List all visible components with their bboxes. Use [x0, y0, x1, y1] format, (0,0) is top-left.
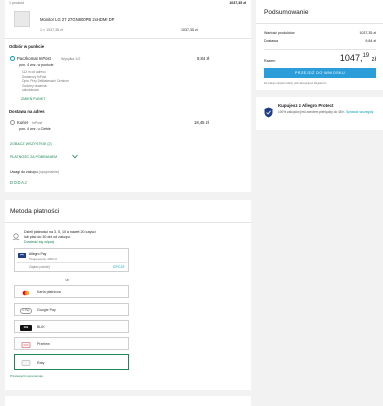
- pay-later-text: lub płać do 30 dni od zakupu.: [24, 235, 71, 239]
- courier-option-name[interactable]: Kurier: [17, 120, 28, 125]
- method-label-installments: Raty: [37, 360, 45, 365]
- installment-text: Dzieli płatności na 3, 5, 10 a nawet 20 …: [24, 230, 96, 234]
- shield-icon: [264, 107, 273, 118]
- courier-option-badge: InPost: [32, 121, 43, 125]
- change-point-link[interactable]: ZMIEŃ PUNKT: [21, 97, 45, 101]
- allegro-pay-name: Allegro Pay: [29, 252, 47, 256]
- notes-label: Uwagi do zakupu (opcjonalnie): [10, 170, 60, 174]
- product-title[interactable]: Monitor LG 27 27GN800PB 2xHDMI DP: [40, 17, 114, 22]
- przelewy24-link[interactable]: Przelewy24 reprezentuje: [10, 374, 43, 378]
- protect-text: 100% zakupów jest zwrotem pieniędzy do 4…: [278, 110, 374, 114]
- learn-more-link[interactable]: Dowiedz się więcej: [24, 240, 54, 244]
- chevron-down-icon[interactable]: [72, 154, 78, 159]
- payment-card: Metoda płatności Dzieli płatności na 3, …: [5, 200, 251, 390]
- payment-method-installments[interactable]: Raty: [14, 354, 129, 370]
- hand-coins-icon: [12, 233, 20, 241]
- card-logo-icon: [20, 290, 32, 296]
- product-qty-price: 1 × 1037,35 zł: [40, 28, 63, 32]
- courier-option-price: 18,45 zł: [194, 120, 209, 125]
- pickup-option-price: 9,84 zł: [197, 56, 210, 61]
- payment-method-google-pay[interactable]: G Pay Google Pay: [14, 303, 129, 316]
- product-count-total: 1037,35 zł: [229, 1, 246, 5]
- pickup-option-badge: Wysyłka 1/2: [61, 57, 81, 61]
- allegro-pay-option[interactable]: pay Allegro Pay Twoja kwota: 4000 zł Zap…: [14, 248, 129, 272]
- proceed-button[interactable]: PRZEJDŹ DO WNIOSKU: [264, 68, 376, 78]
- see-all-link[interactable]: ZOBACZ WSZYSTKIE (2): [10, 142, 52, 146]
- summary-row-value: 9,84 zł: [365, 39, 376, 43]
- google-pay-logo-icon: G Pay: [20, 307, 32, 314]
- courier-option-date: pon. 4 wrz. u Ciebie: [19, 127, 51, 131]
- payment-method-blik[interactable]: blik BLIK: [14, 320, 129, 333]
- method-label-blik: BLIK: [37, 325, 45, 329]
- total-label: Razem: [264, 59, 276, 63]
- pickup-option-name[interactable]: Paczkomat InPost: [17, 56, 51, 61]
- payment-heading: Metoda płatności: [10, 208, 60, 215]
- proceed-button-label: PRZEJDŹ DO WNIOSKU: [294, 71, 346, 75]
- protect-details-link[interactable]: Sprawdź szczegóły: [346, 110, 373, 114]
- summary-row-label: Dostawa: [264, 39, 278, 43]
- pickup-option-date: pon. 4 wrz. w punkcie: [19, 63, 54, 67]
- method-label-transfer: Przelew: [37, 342, 50, 346]
- pay-later-label: Zapłać później: [29, 265, 50, 269]
- allegro-pay-limit: Twoja kwota: 4000 zł: [29, 256, 57, 261]
- payment-method-card[interactable]: Karta płatnicza: [14, 285, 129, 298]
- delivery-card: 1 produkt 1037,35 zł Monitor LG 27 27GN8…: [5, 0, 251, 192]
- method-label-card: Karta płatnicza: [37, 290, 61, 294]
- protect-card: Kupujesz z Allegro Protect 100% zakupów …: [256, 97, 383, 130]
- product-count: 1 produkt: [9, 1, 24, 5]
- pickup-heading: Odbiór w punkcie: [9, 44, 45, 49]
- blik-logo-icon: blik: [20, 324, 32, 331]
- method-label-google-pay: Google Pay: [37, 308, 56, 312]
- pickup-address: 112 m od adresu Dostarczy InPost Opis: P…: [22, 70, 69, 92]
- next-section-card: [5, 396, 251, 406]
- or-divider-label: lub: [65, 278, 70, 282]
- product-price: 1037,35 zł: [181, 28, 198, 32]
- payment-method-transfer[interactable]: Przelew: [14, 337, 129, 350]
- installments-icon: [20, 360, 32, 366]
- cod-link[interactable]: PŁATNOŚĆ ZA POBRANIEM: [10, 155, 57, 159]
- courier-radio[interactable]: [10, 120, 15, 125]
- allegro-pay-logo: pay: [18, 253, 26, 258]
- summary-row-value: 1037,35 zł: [359, 31, 376, 35]
- summary-row-label: Wartość produktów: [264, 31, 295, 35]
- allegro-pay-options-link[interactable]: OPCJE: [113, 265, 125, 269]
- terms-text: Do zakupu dopiero kliknij, jeśli akceptu…: [264, 82, 327, 85]
- product-thumbnail[interactable]: [14, 11, 30, 27]
- summary-card: Podsumowanie Wartość produktów 1037,35 z…: [256, 0, 383, 90]
- pickup-radio[interactable]: [10, 56, 15, 61]
- address-delivery-heading: Dostawa na adres: [9, 109, 45, 114]
- protect-title: Kupujesz z Allegro Protect: [278, 103, 334, 108]
- bank-transfer-icon: [20, 341, 32, 348]
- summary-heading: Podsumowanie: [264, 9, 309, 16]
- add-note-link[interactable]: DODAJ: [10, 180, 27, 185]
- total-amount: 1047,19 zł: [339, 53, 376, 63]
